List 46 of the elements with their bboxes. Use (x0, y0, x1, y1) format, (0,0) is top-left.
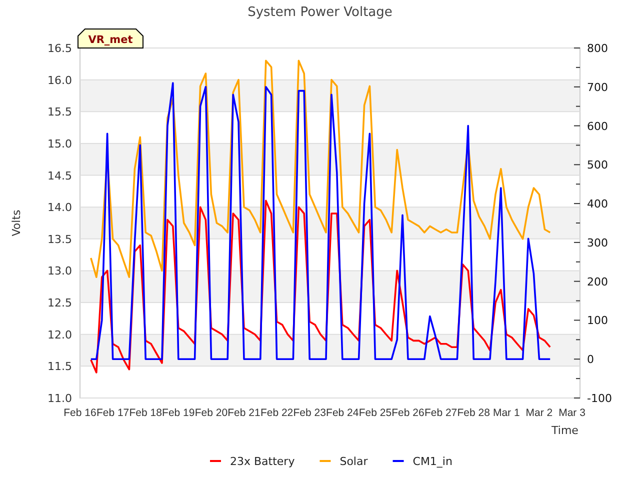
tick-label: Feb 28 (457, 407, 490, 419)
tick-label: Feb 20 (194, 407, 228, 419)
tick-label: Mar 2 (526, 407, 553, 419)
tick-label: Feb 18 (129, 407, 162, 419)
tick-label: 16.0 (48, 74, 72, 87)
tick-label: Mar 3 (558, 407, 586, 419)
tick-label: Feb 22 (260, 407, 294, 419)
tick-label: 16.5 (48, 42, 72, 55)
tick-label: 13.5 (48, 232, 72, 246)
legend-label: CM1_in (412, 455, 452, 468)
tick-label: 200 (587, 275, 608, 288)
tick-label: 15.0 (48, 137, 72, 150)
tick-label: Feb 21 (228, 407, 260, 419)
tick-label: Feb 23 (293, 407, 326, 419)
tick-label: Feb 16 (64, 407, 96, 419)
axis-label: Volts (10, 210, 23, 236)
badge-background (78, 28, 144, 48)
tick-label: 14.0 (48, 201, 72, 214)
legend-label: Solar (340, 455, 368, 468)
tick-label: 12.5 (48, 296, 72, 310)
chart-title: System Power Voltage (248, 5, 392, 20)
tick-label: Feb 24 (326, 407, 359, 419)
tick-label: 11.5 (48, 360, 72, 374)
tick-label: Feb 19 (162, 407, 195, 419)
tick-label: Feb 25 (358, 407, 392, 419)
site-label: VR_met (88, 34, 133, 46)
tick-label: 800 (587, 42, 608, 55)
tick-label: 500 (587, 158, 608, 172)
tick-label: Feb 26 (392, 407, 424, 419)
tick-label: 12.0 (48, 328, 72, 342)
tick-label: 14.5 (48, 169, 72, 182)
tick-label: 13.0 (48, 264, 72, 278)
tick-label: 600 (587, 120, 608, 133)
tick-label: 300 (587, 236, 608, 250)
tick-label: 15.5 (48, 106, 72, 119)
tick-label: Feb 17 (96, 407, 130, 419)
legend-label: 23x Battery (230, 455, 295, 468)
tick-label: 400 (587, 198, 608, 211)
tick-label: 100 (587, 314, 608, 328)
tick-label: Feb 27 (424, 407, 458, 419)
tick-label: 0 (587, 353, 594, 366)
tick-label: 11.0 (48, 392, 72, 405)
tick-label: 700 (587, 80, 608, 94)
tick-label: -100 (587, 392, 612, 405)
axis-label: Time (552, 424, 578, 437)
tick-label: Mar 1 (492, 407, 520, 419)
